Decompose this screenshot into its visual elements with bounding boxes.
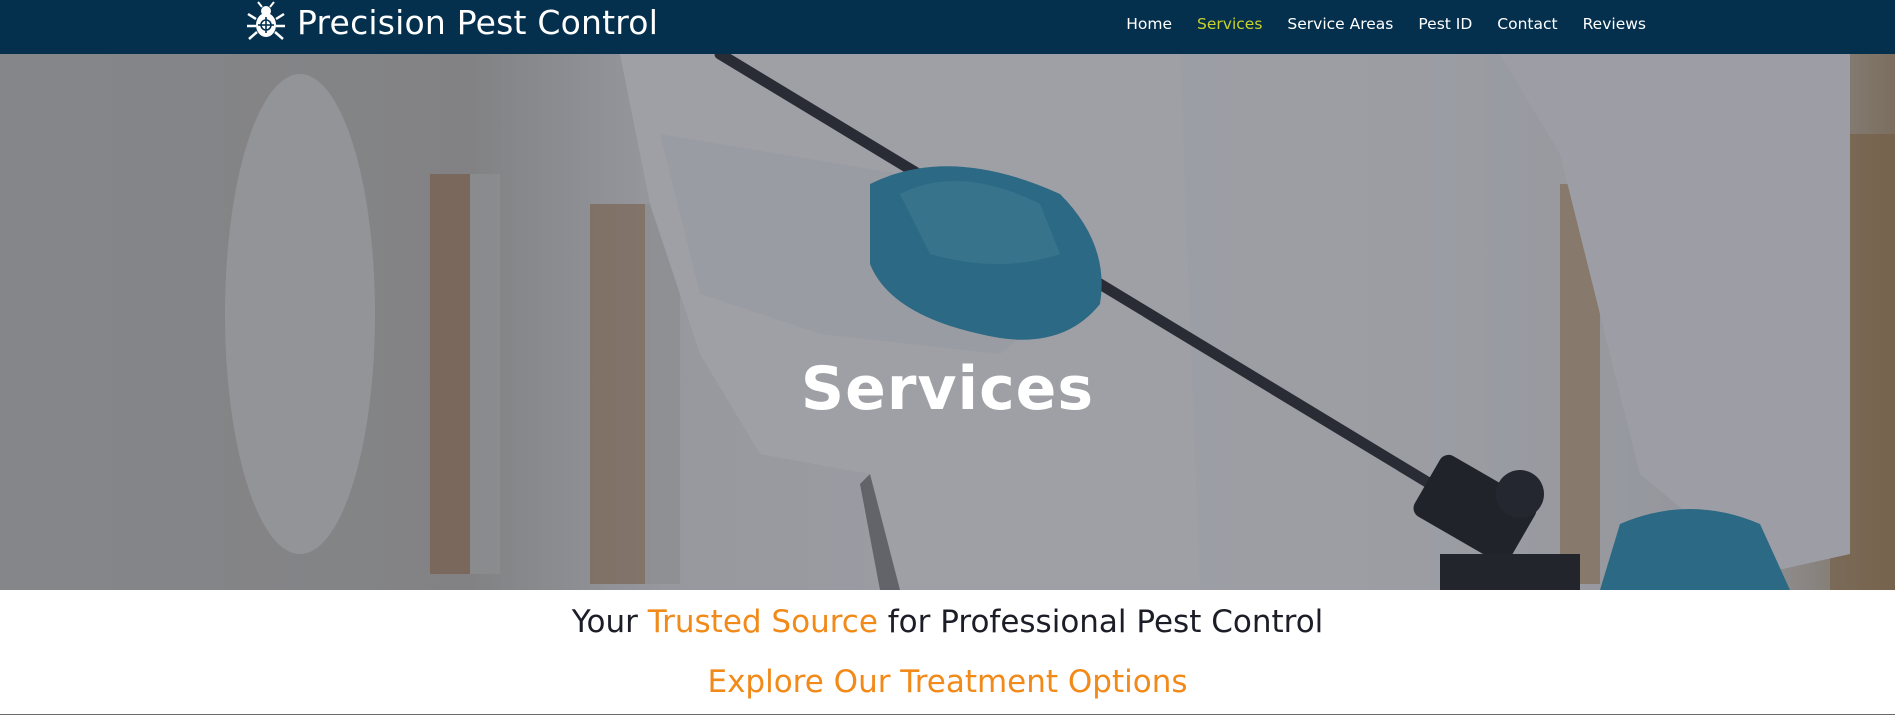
brand-link[interactable]: Precision Pest Control xyxy=(245,0,658,44)
brand-name: Precision Pest Control xyxy=(297,2,659,42)
bug-crosshair-icon xyxy=(247,1,285,40)
nav-services[interactable]: Services xyxy=(1197,15,1262,33)
nav-reviews[interactable]: Reviews xyxy=(1583,15,1646,33)
tagline-pre: Your xyxy=(571,604,648,640)
intro-tagline: Your Trusted Source for Professional Pes… xyxy=(0,604,1895,640)
hero-title: Services xyxy=(800,354,1095,424)
tagline-accent: Trusted Source xyxy=(647,604,878,640)
treatment-options-heading: Explore Our Treatment Options xyxy=(707,664,1188,700)
nav-pest-id[interactable]: Pest ID xyxy=(1418,15,1472,33)
hero-overlay xyxy=(0,54,1895,590)
tagline-post: for Professional Pest Control xyxy=(877,604,1324,640)
hero-banner: Services xyxy=(0,54,1895,590)
main-nav: Home Services Service Areas Pest ID Cont… xyxy=(1126,0,1646,48)
nav-home[interactable]: Home xyxy=(1126,15,1172,33)
nav-contact[interactable]: Contact xyxy=(1497,15,1557,33)
site-header: Precision Pest Control Home Services Ser… xyxy=(0,0,1895,54)
nav-service-areas[interactable]: Service Areas xyxy=(1287,15,1393,33)
